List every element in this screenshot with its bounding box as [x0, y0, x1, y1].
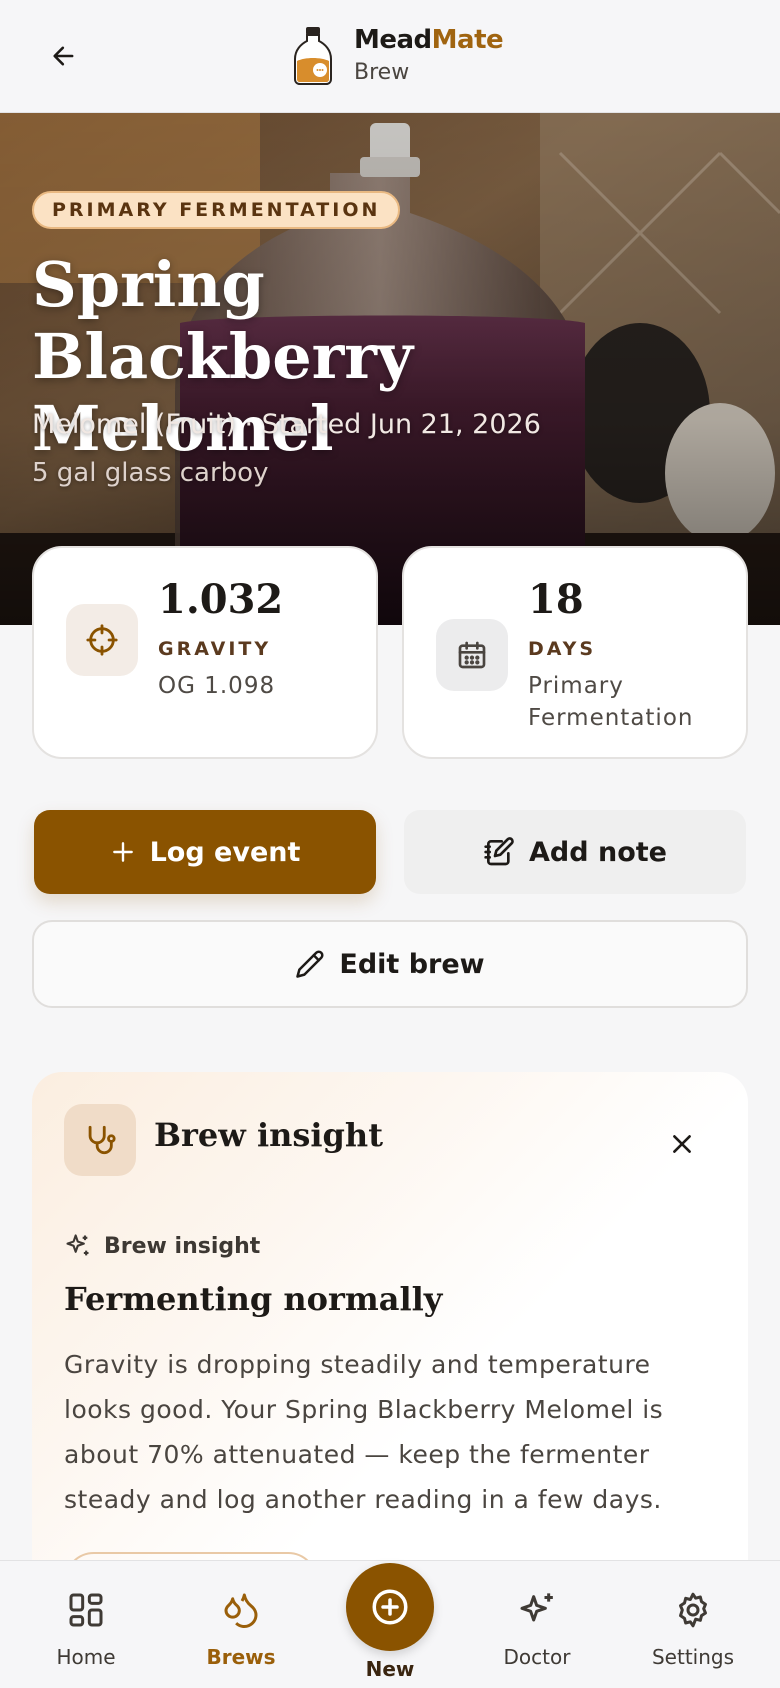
gravity-card: 1.032 GRAVITY OG 1.098 [32, 546, 378, 759]
stethoscope-icon-box [64, 1104, 136, 1176]
notebook-pen-icon [484, 837, 514, 866]
days-phase: Primary Fermentation [528, 673, 694, 731]
days-card: 18 DAYS Primary Fermentation [402, 546, 748, 759]
stethoscope-icon [88, 1125, 116, 1155]
app-name: MeadMate [354, 24, 504, 56]
app-header: MeadMate Brew [0, 0, 780, 113]
insight-tag: Brew insight [64, 1232, 260, 1260]
plus-circle-icon [372, 1589, 408, 1625]
calendar-icon [458, 641, 486, 669]
calendar-icon-box [436, 619, 508, 691]
back-button[interactable] [40, 36, 88, 76]
close-icon [673, 1135, 691, 1153]
app-name-part1: Mead [354, 25, 432, 55]
arrow-left-icon [53, 46, 74, 66]
droplets-icon [224, 1593, 258, 1628]
brand: MeadMate Brew [292, 24, 504, 85]
sparkles-icon [66, 1234, 89, 1256]
nav-brews-label: Brews [206, 1645, 276, 1669]
insight-title: Fermenting normally [64, 1280, 443, 1318]
nav-settings[interactable]: Settings [628, 1589, 758, 1669]
edit-brew-button[interactable]: Edit brew [32, 920, 748, 1008]
brew-vessel: 5 gal glass carboy [32, 458, 269, 488]
dismiss-insight-button[interactable] [664, 1126, 700, 1162]
plus-icon [112, 842, 133, 862]
add-note-label: Add note [529, 836, 667, 868]
page-subtitle: Brew [354, 60, 410, 85]
nav-home-label: Home [56, 1645, 116, 1669]
gravity-value: 1.032 [158, 576, 284, 623]
insight-tag-label: Brew insight [104, 1233, 261, 1259]
mead-bottle-logo [294, 26, 332, 85]
target-icon [86, 624, 118, 656]
brew-insight-card: Brew insight Brew insight Fermenting nor… [32, 1072, 748, 1592]
nav-settings-label: Settings [651, 1645, 735, 1669]
nav-home[interactable]: Home [21, 1589, 151, 1669]
insight-body: Gravity is dropping steadily and tempera… [64, 1350, 664, 1514]
gear-icon [679, 1592, 707, 1628]
edit-brew-label: Edit brew [339, 948, 485, 980]
nav-new-label: New [365, 1657, 415, 1681]
sparkles-icon [520, 1593, 553, 1622]
days-value: 18 [528, 576, 584, 623]
gravity-label: GRAVITY [158, 638, 272, 660]
insight-heading: Brew insight [154, 1116, 383, 1154]
new-brew-button[interactable] [346, 1563, 434, 1651]
log-event-label: Log event [149, 836, 301, 868]
brew-meta: Melomel (Fruit) · Started Jun 21, 2026 [32, 409, 541, 440]
app-name-part2: Mate [431, 25, 504, 55]
log-event-button[interactable]: Log event [34, 810, 376, 894]
original-gravity: OG 1.098 [158, 673, 276, 699]
nav-brews[interactable]: Brews [176, 1589, 306, 1669]
phase-badge: PRIMARY FERMENTATION [32, 191, 401, 229]
nav-doctor-label: Doctor [503, 1645, 571, 1669]
add-note-button[interactable]: Add note [404, 810, 746, 894]
nav-doctor[interactable]: Doctor [472, 1589, 602, 1669]
grid-icon [69, 1593, 103, 1627]
target-icon-box [66, 604, 138, 676]
days-label: DAYS [528, 638, 597, 660]
pencil-icon [296, 950, 324, 978]
